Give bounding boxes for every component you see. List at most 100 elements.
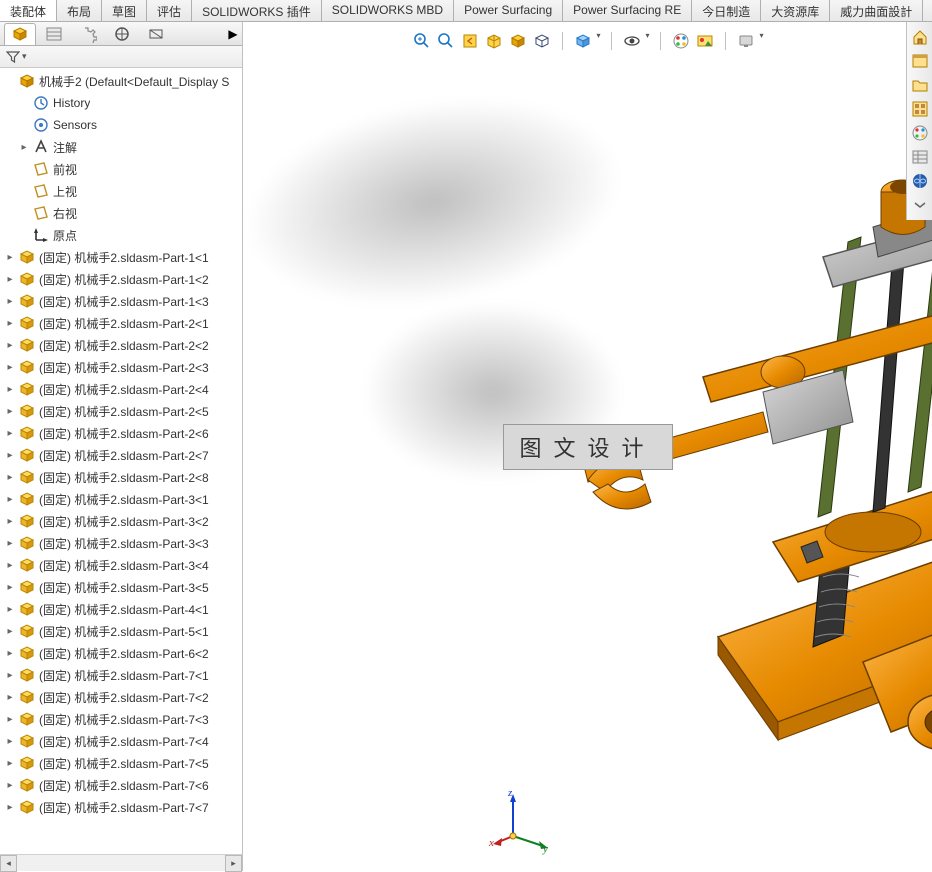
expander-icon[interactable]: ▸: [18, 142, 30, 153]
command-tab[interactable]: Power Surfacing: [454, 0, 563, 21]
custom-props-icon[interactable]: [908, 146, 932, 168]
view-triad[interactable]: [493, 791, 553, 851]
expander-icon[interactable]: ▸: [4, 670, 16, 681]
home-icon[interactable]: [908, 26, 932, 48]
tree-part-item[interactable]: ▸(固定) 机械手2.sldasm-Part-4<1: [2, 598, 242, 620]
expander-icon[interactable]: ▸: [4, 582, 16, 593]
expander-icon[interactable]: ▸: [4, 494, 16, 505]
tree-item[interactable]: ▸注解: [2, 136, 242, 158]
panel-tab-overflow[interactable]: ▶: [224, 23, 242, 45]
tree-part-item[interactable]: ▸(固定) 机械手2.sldasm-Part-2<4: [2, 378, 242, 400]
expander-icon[interactable]: ▸: [4, 714, 16, 725]
graphics-viewport[interactable]: ▾ ▾ ▾: [243, 22, 932, 871]
tree-part-item[interactable]: ▸(固定) 机械手2.sldasm-Part-7<7: [2, 796, 242, 818]
expander-icon[interactable]: ▸: [4, 450, 16, 461]
appearance-icon[interactable]: [671, 31, 691, 51]
prev-view-icon[interactable]: [459, 31, 479, 51]
command-tab[interactable]: 威: [923, 0, 932, 21]
tree-part-item[interactable]: ▸(固定) 机械手2.sldasm-Part-6<2: [2, 642, 242, 664]
tree-part-item[interactable]: ▸(固定) 机械手2.sldasm-Part-2<1: [2, 312, 242, 334]
expander-icon[interactable]: ▸: [4, 780, 16, 791]
tree-item[interactable]: History: [2, 92, 242, 114]
tree-part-item[interactable]: ▸(固定) 机械手2.sldasm-Part-3<2: [2, 510, 242, 532]
expander-icon[interactable]: ▸: [4, 472, 16, 483]
display-style-icon[interactable]: [531, 31, 551, 51]
expander-icon[interactable]: ▸: [4, 384, 16, 395]
section-view-icon[interactable]: [483, 31, 503, 51]
appearances-icon[interactable]: [908, 122, 932, 144]
tree-item[interactable]: Sensors: [2, 114, 242, 136]
file-explorer-icon[interactable]: [908, 74, 932, 96]
command-tab[interactable]: 威力曲面設計: [830, 0, 923, 21]
zoom-area-icon[interactable]: [435, 31, 455, 51]
tree-part-item[interactable]: ▸(固定) 机械手2.sldasm-Part-1<3: [2, 290, 242, 312]
expander-icon[interactable]: ▸: [4, 626, 16, 637]
command-tab[interactable]: SOLIDWORKS 插件: [192, 0, 322, 21]
tree-part-item[interactable]: ▸(固定) 机械手2.sldasm-Part-2<6: [2, 422, 242, 444]
command-tab[interactable]: 草图: [102, 0, 147, 21]
tree-part-item[interactable]: ▸(固定) 机械手2.sldasm-Part-3<1: [2, 488, 242, 510]
expander-icon[interactable]: ▸: [4, 296, 16, 307]
tree-part-item[interactable]: ▸(固定) 机械手2.sldasm-Part-2<3: [2, 356, 242, 378]
expander-icon[interactable]: ▸: [4, 758, 16, 769]
expander-icon[interactable]: ▸: [4, 604, 16, 615]
tree-part-item[interactable]: ▸(固定) 机械手2.sldasm-Part-2<7: [2, 444, 242, 466]
tree-item[interactable]: 前视: [2, 158, 242, 180]
expander-icon[interactable]: ▸: [4, 538, 16, 549]
tree-part-item[interactable]: ▸(固定) 机械手2.sldasm-Part-7<2: [2, 686, 242, 708]
assembly-icon[interactable]: [4, 23, 36, 45]
command-tab[interactable]: 今日制造: [692, 0, 761, 21]
tree-part-item[interactable]: ▸(固定) 机械手2.sldasm-Part-7<5: [2, 752, 242, 774]
expander-icon[interactable]: ▸: [4, 736, 16, 747]
tree-item[interactable]: 上视: [2, 180, 242, 202]
forum-icon[interactable]: [908, 170, 932, 192]
tree-part-item[interactable]: ▸(固定) 机械手2.sldasm-Part-7<3: [2, 708, 242, 730]
scroll-right-arrow[interactable]: ▸: [225, 855, 242, 872]
props-icon[interactable]: [38, 23, 70, 45]
horizontal-scrollbar[interactable]: ◂ ▸: [0, 854, 242, 871]
view-palette-icon[interactable]: [908, 98, 932, 120]
expander-icon[interactable]: ▸: [4, 428, 16, 439]
command-tab[interactable]: 大资源库: [761, 0, 830, 21]
expander-icon[interactable]: ▸: [4, 516, 16, 527]
tree-part-item[interactable]: ▸(固定) 机械手2.sldasm-Part-1<2: [2, 268, 242, 290]
expander-icon[interactable]: ▸: [4, 318, 16, 329]
tree-item[interactable]: 右视: [2, 202, 242, 224]
tree-part-item[interactable]: ▸(固定) 机械手2.sldasm-Part-7<6: [2, 774, 242, 796]
tree-part-item[interactable]: ▸(固定) 机械手2.sldasm-Part-7<1: [2, 664, 242, 686]
scroll-left-arrow[interactable]: ◂: [0, 855, 17, 872]
expander-icon[interactable]: ▸: [4, 648, 16, 659]
command-tab[interactable]: 评估: [147, 0, 192, 21]
tree-part-item[interactable]: ▸(固定) 机械手2.sldasm-Part-3<4: [2, 554, 242, 576]
tree-part-item[interactable]: ▸(固定) 机械手2.sldasm-Part-7<4: [2, 730, 242, 752]
overflow-icon[interactable]: [908, 194, 932, 216]
expander-icon[interactable]: ▸: [4, 340, 16, 351]
tree-part-item[interactable]: ▸(固定) 机械手2.sldasm-Part-2<8: [2, 466, 242, 488]
filter-icon[interactable]: [6, 50, 20, 64]
command-tab[interactable]: 装配体: [0, 0, 57, 21]
expander-icon[interactable]: ▸: [4, 252, 16, 263]
expander-icon[interactable]: ▸: [4, 362, 16, 373]
tree-part-item[interactable]: ▸(固定) 机械手2.sldasm-Part-5<1: [2, 620, 242, 642]
hide-show-icon[interactable]: [572, 31, 592, 51]
tree-item[interactable]: 原点: [2, 224, 242, 246]
tree-root[interactable]: 机械手2 (Default<Default_Display S: [2, 70, 242, 92]
tree-part-item[interactable]: ▸(固定) 机械手2.sldasm-Part-2<2: [2, 334, 242, 356]
tree-part-item[interactable]: ▸(固定) 机械手2.sldasm-Part-3<3: [2, 532, 242, 554]
command-tab[interactable]: Power Surfacing RE: [563, 0, 692, 21]
design-library-icon[interactable]: [908, 50, 932, 72]
command-tab[interactable]: 布局: [57, 0, 102, 21]
expander-icon[interactable]: ▸: [4, 274, 16, 285]
render-icon[interactable]: [736, 31, 756, 51]
eye-icon[interactable]: [621, 31, 641, 51]
expander-icon[interactable]: ▸: [4, 560, 16, 571]
tree-part-item[interactable]: ▸(固定) 机械手2.sldasm-Part-1<1: [2, 246, 242, 268]
view-orient-icon[interactable]: [507, 31, 527, 51]
tree-part-item[interactable]: ▸(固定) 机械手2.sldasm-Part-3<5: [2, 576, 242, 598]
hide-icon[interactable]: [140, 23, 172, 45]
zoom-fit-icon[interactable]: [411, 31, 431, 51]
command-tab[interactable]: SOLIDWORKS MBD: [322, 0, 454, 21]
expander-icon[interactable]: ▸: [4, 692, 16, 703]
expander-icon[interactable]: ▸: [4, 802, 16, 813]
config-icon[interactable]: [72, 23, 104, 45]
